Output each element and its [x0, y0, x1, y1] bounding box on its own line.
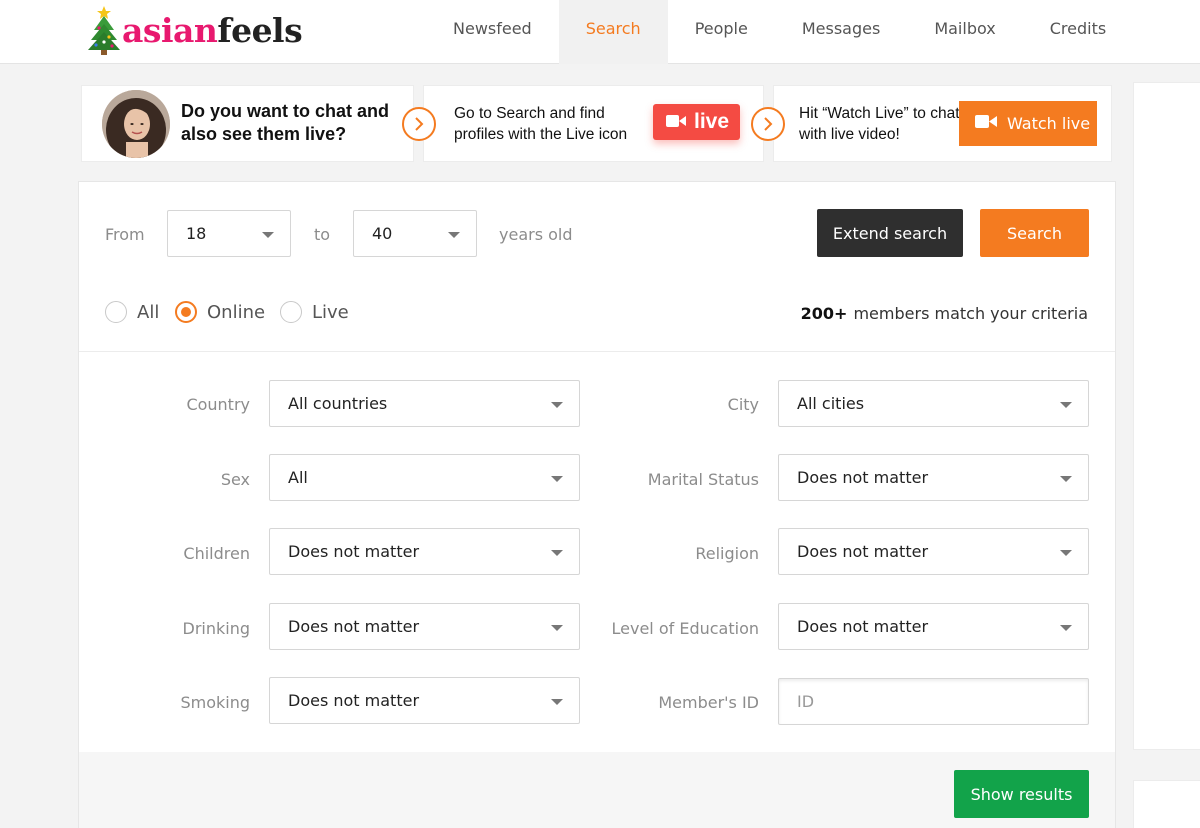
promo-step-3: Hit “Watch Live” to chat with live video…	[773, 85, 1112, 162]
christmas-tree-icon	[86, 4, 122, 56]
caret-down-icon	[551, 476, 563, 482]
from-label: From	[105, 225, 145, 244]
live-badge: live	[653, 104, 740, 140]
chevron-right-icon	[751, 107, 785, 141]
promo-watch-hint: Hit “Watch Live” to chat with live video…	[799, 105, 960, 143]
member-id-placeholder: ID	[797, 692, 815, 711]
live-label: live	[694, 110, 730, 133]
caret-down-icon	[551, 625, 563, 631]
religion-value: Does not matter	[797, 542, 929, 561]
age-from-select[interactable]: 18	[167, 210, 291, 257]
country-value: All countries	[288, 394, 388, 413]
smoking-value: Does not matter	[288, 691, 420, 710]
search-button[interactable]: Search	[980, 209, 1089, 257]
radio-circle	[175, 301, 197, 323]
search-card: From 18 to 40 years old Extend search Se…	[78, 181, 1116, 828]
radio-live[interactable]: Live	[280, 301, 349, 323]
age-from-value: 18	[186, 224, 207, 243]
radio-live-label: Live	[312, 301, 349, 323]
drinking-value: Does not matter	[288, 617, 420, 636]
nav-messages[interactable]: Messages	[775, 0, 907, 64]
nav-search[interactable]: Search	[558, 0, 668, 64]
side-panel	[1133, 82, 1200, 750]
video-camera-icon	[975, 114, 997, 133]
divider	[79, 351, 1115, 352]
religion-label: Religion	[695, 544, 759, 563]
country-select[interactable]: All countries	[269, 380, 580, 427]
country-label: Country	[186, 395, 250, 414]
promo-search-hint: Go to Search and find profiles with the …	[454, 105, 628, 143]
watch-live-button[interactable]: Watch live	[959, 101, 1097, 146]
main-nav: Newsfeed Search People Messages Mailbox …	[426, 0, 1133, 64]
member-id-input[interactable]: ID	[778, 678, 1089, 725]
radio-all-label: All	[137, 301, 160, 323]
radio-circle	[280, 301, 302, 323]
children-value: Does not matter	[288, 542, 420, 561]
video-camera-icon	[666, 110, 686, 134]
age-to-value: 40	[372, 224, 393, 243]
sex-label: Sex	[220, 470, 250, 489]
drinking-select[interactable]: Does not matter	[269, 603, 580, 650]
caret-down-icon	[448, 232, 460, 238]
smoking-select[interactable]: Does not matter	[269, 677, 580, 724]
marital-status-select[interactable]: Does not matter	[778, 454, 1089, 501]
caret-down-icon	[1060, 550, 1072, 556]
top-header: asianfeels Newsfeed Search People Messag…	[0, 0, 1200, 64]
match-text: members match your criteria	[853, 304, 1088, 323]
radio-online[interactable]: Online	[175, 301, 265, 323]
show-results-button[interactable]: Show results	[954, 770, 1089, 818]
radio-circle	[105, 301, 127, 323]
city-label: City	[727, 395, 759, 414]
religion-select[interactable]: Does not matter	[778, 528, 1089, 575]
caret-down-icon	[551, 550, 563, 556]
promo-question: Do you want to chat and also see them li…	[181, 101, 390, 144]
to-label: to	[314, 225, 331, 244]
side-panel-lower	[1133, 780, 1200, 828]
children-label: Children	[183, 544, 250, 563]
brand-wordmark: asianfeels	[122, 10, 303, 50]
education-select[interactable]: Does not matter	[778, 603, 1089, 650]
years-old-label: years old	[499, 225, 573, 244]
match-count-text: 200+ members match your criteria	[801, 304, 1088, 323]
marital-status-label: Marital Status	[647, 470, 759, 489]
extend-search-button[interactable]: Extend search	[817, 209, 963, 257]
nav-credits[interactable]: Credits	[1023, 0, 1133, 64]
member-id-label: Member's ID	[658, 693, 759, 712]
marital-status-value: Does not matter	[797, 468, 929, 487]
education-label: Level of Education	[611, 619, 759, 638]
promo-step-1: Do you want to chat and also see them li…	[81, 85, 414, 162]
match-count: 200+	[800, 304, 848, 323]
sex-select[interactable]: All	[269, 454, 580, 501]
city-value: All cities	[797, 394, 865, 413]
caret-down-icon	[551, 402, 563, 408]
watch-live-label: Watch live	[1007, 114, 1091, 133]
drinking-label: Drinking	[182, 619, 251, 638]
children-select[interactable]: Does not matter	[269, 528, 580, 575]
promo-step-2: Go to Search and find profiles with the …	[423, 85, 764, 162]
smoking-label: Smoking	[180, 693, 250, 712]
caret-down-icon	[262, 232, 274, 238]
city-select[interactable]: All cities	[778, 380, 1089, 427]
nav-mailbox[interactable]: Mailbox	[907, 0, 1022, 64]
sex-value: All	[288, 468, 308, 487]
caret-down-icon	[551, 699, 563, 705]
caret-down-icon	[1060, 402, 1072, 408]
nav-newsfeed[interactable]: Newsfeed	[426, 0, 559, 64]
caret-down-icon	[1060, 625, 1072, 631]
brand-logo[interactable]: asianfeels	[86, 4, 303, 56]
education-value: Does not matter	[797, 617, 929, 636]
radio-online-label: Online	[207, 301, 266, 323]
nav-people[interactable]: People	[668, 0, 775, 64]
age-to-select[interactable]: 40	[353, 210, 477, 257]
promo-avatar	[102, 90, 170, 158]
radio-all[interactable]: All	[105, 301, 159, 323]
caret-down-icon	[1060, 476, 1072, 482]
chevron-right-icon	[402, 107, 436, 141]
